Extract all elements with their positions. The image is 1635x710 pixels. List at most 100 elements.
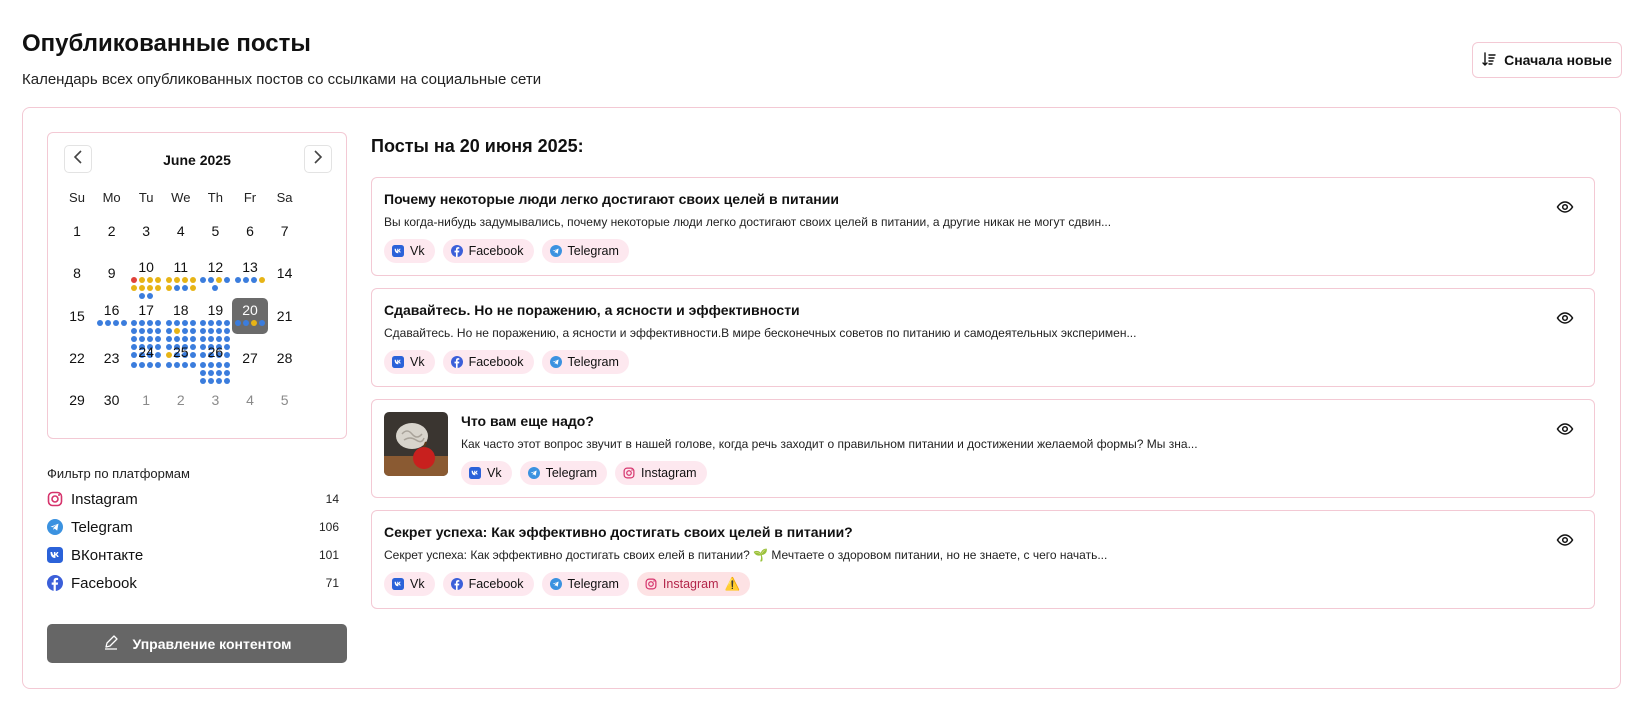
post-excerpt: Секрет успеха: Как эффективно достигать … [384, 548, 1108, 562]
calendar-day[interactable]: 7 [267, 213, 303, 249]
filter-item-facebook[interactable]: Facebook 71 [47, 572, 347, 594]
calendar-day[interactable]: 4 [163, 213, 199, 249]
filter-label: Instagram [71, 490, 138, 508]
day-number: 2 [176, 392, 185, 409]
platform-tag-telegram[interactable]: Telegram [519, 461, 608, 485]
day-number: 16 [103, 301, 120, 318]
calendar-day[interactable]: 21 [267, 298, 303, 334]
post-card[interactable]: Сдавайтесь. Но не поражению, а ясности и… [371, 288, 1595, 387]
post-dot [147, 361, 154, 368]
calendar-day[interactable]: 12 [197, 255, 233, 292]
calendar-day[interactable]: 11 [163, 255, 199, 292]
calendar-day[interactable]: 3 [197, 382, 233, 418]
facebook-icon [450, 578, 463, 590]
calendar-day[interactable]: 6 [232, 213, 268, 249]
page-title: Опубликованные посты [22, 30, 311, 57]
platform-tag-label: Instagram [662, 577, 719, 591]
filter-item-вконтакте[interactable]: ВКонтакте 101 [47, 544, 347, 566]
platform-tag-facebook[interactable]: Facebook [442, 239, 534, 263]
post-platform-tags: Vk Facebook Telegram [384, 239, 629, 263]
post-card[interactable]: Почему некоторые люди легко достигают св… [371, 177, 1595, 276]
sort-icon [1482, 51, 1496, 69]
post-dot [189, 319, 196, 326]
calendar-day-selected[interactable]: 20 [232, 297, 268, 334]
calendar-day[interactable]: 5 [197, 213, 233, 249]
calendar-day[interactable]: 25 [163, 340, 199, 376]
post-dot [173, 277, 180, 284]
platform-tag-facebook[interactable]: Facebook [442, 350, 534, 374]
filter-item-telegram[interactable]: Telegram 106 [47, 516, 347, 538]
calendar-day[interactable]: 8 [59, 255, 95, 291]
eye-icon[interactable] [1556, 309, 1574, 327]
calendar-day[interactable]: 17 [128, 298, 164, 358]
calendar-day[interactable]: 1 [128, 382, 164, 418]
platform-tag-label: Vk [410, 577, 425, 591]
manage-content-button[interactable]: Управление контентом [47, 624, 347, 663]
next-month-button[interactable] [304, 145, 332, 173]
calendar-day[interactable]: 4 [232, 382, 268, 418]
calendar-day[interactable]: 2 [163, 382, 199, 418]
eye-icon[interactable] [1556, 420, 1574, 438]
instagram-icon [623, 467, 635, 479]
post-dot [200, 361, 207, 368]
calendar-day[interactable]: 9 [94, 255, 130, 291]
post-dot [139, 327, 146, 334]
calendar-day[interactable]: 13 [232, 255, 268, 291]
calendar-day[interactable]: 19 [197, 298, 233, 358]
post-dot [139, 285, 146, 292]
platform-tag-vk[interactable]: Vk [461, 461, 512, 485]
calendar-day[interactable]: 18 [163, 298, 199, 358]
calendar: June 2025 Su Mo Tu We Th Fr Sa 1 2 3 4 5 6 7 8 9 10 11 12 1… [47, 132, 347, 439]
post-indicator-dots [199, 361, 231, 384]
platform-tag-label: Telegram [567, 355, 619, 369]
post-card[interactable]: Что вам еще надо? Как часто этот вопрос з… [371, 399, 1595, 498]
post-dot [251, 277, 257, 284]
calendar-day[interactable]: 10 [128, 255, 164, 300]
calendar-day[interactable]: 5 [267, 382, 303, 418]
day-number: 10 [138, 259, 154, 276]
calendar-day[interactable]: 26 [197, 340, 233, 384]
calendar-day[interactable]: 14 [267, 255, 303, 291]
calendar-day[interactable]: 15 [59, 298, 95, 334]
calendar-day[interactable]: 23 [94, 340, 130, 376]
platform-tag-vk[interactable]: Vk [384, 350, 435, 374]
calendar-day[interactable]: 30 [94, 382, 130, 418]
telegram-icon [549, 356, 562, 368]
platform-tag-vk[interactable]: Vk [384, 572, 435, 596]
calendar-day[interactable]: 28 [267, 340, 303, 376]
filter-label: Facebook [71, 574, 137, 592]
platform-tag-vk[interactable]: Vk [384, 239, 435, 263]
telegram-icon [47, 519, 63, 535]
filter-item-instagram[interactable]: Instagram 14 [47, 488, 347, 510]
platform-tag-telegram[interactable]: Telegram [541, 572, 629, 596]
sort-button[interactable]: Сначала новые [1472, 42, 1622, 78]
platform-tag-telegram[interactable]: Telegram [541, 239, 629, 263]
post-card[interactable]: Секрет успеха: Как эффективно достигать … [371, 510, 1595, 609]
post-dot [173, 285, 180, 292]
day-number: 5 [211, 223, 220, 239]
calendar-day[interactable]: 27 [232, 340, 268, 376]
filter-count: 14 [325, 492, 339, 506]
day-number: 4 [176, 223, 185, 239]
calendar-day[interactable]: 16 [94, 298, 130, 334]
calendar-day[interactable]: 22 [59, 340, 95, 376]
post-platform-tags: Vk Facebook Telegram Instagram ⚠️ [384, 572, 751, 596]
calendar-day[interactable]: 3 [128, 213, 164, 249]
platform-tag-facebook[interactable]: Facebook [442, 572, 534, 596]
calendar-day[interactable]: 24 [128, 340, 164, 376]
platform-tag-instagram[interactable]: Instagram [615, 461, 707, 485]
post-dot [208, 361, 215, 368]
post-dot [212, 285, 219, 292]
eye-icon[interactable] [1556, 531, 1574, 549]
post-dot [131, 327, 138, 334]
platform-tag-telegram[interactable]: Telegram [541, 350, 629, 374]
eye-icon[interactable] [1556, 198, 1574, 216]
platform-tag-label: Vk [410, 355, 425, 369]
post-dot [181, 277, 188, 284]
calendar-day[interactable]: 2 [94, 213, 130, 249]
calendar-day[interactable]: 1 [59, 213, 95, 249]
calendar-day[interactable]: 29 [59, 382, 95, 418]
platform-tag-instagram[interactable]: Instagram ⚠️ [636, 572, 751, 596]
post-dot [216, 369, 223, 376]
facebook-icon [47, 575, 63, 591]
